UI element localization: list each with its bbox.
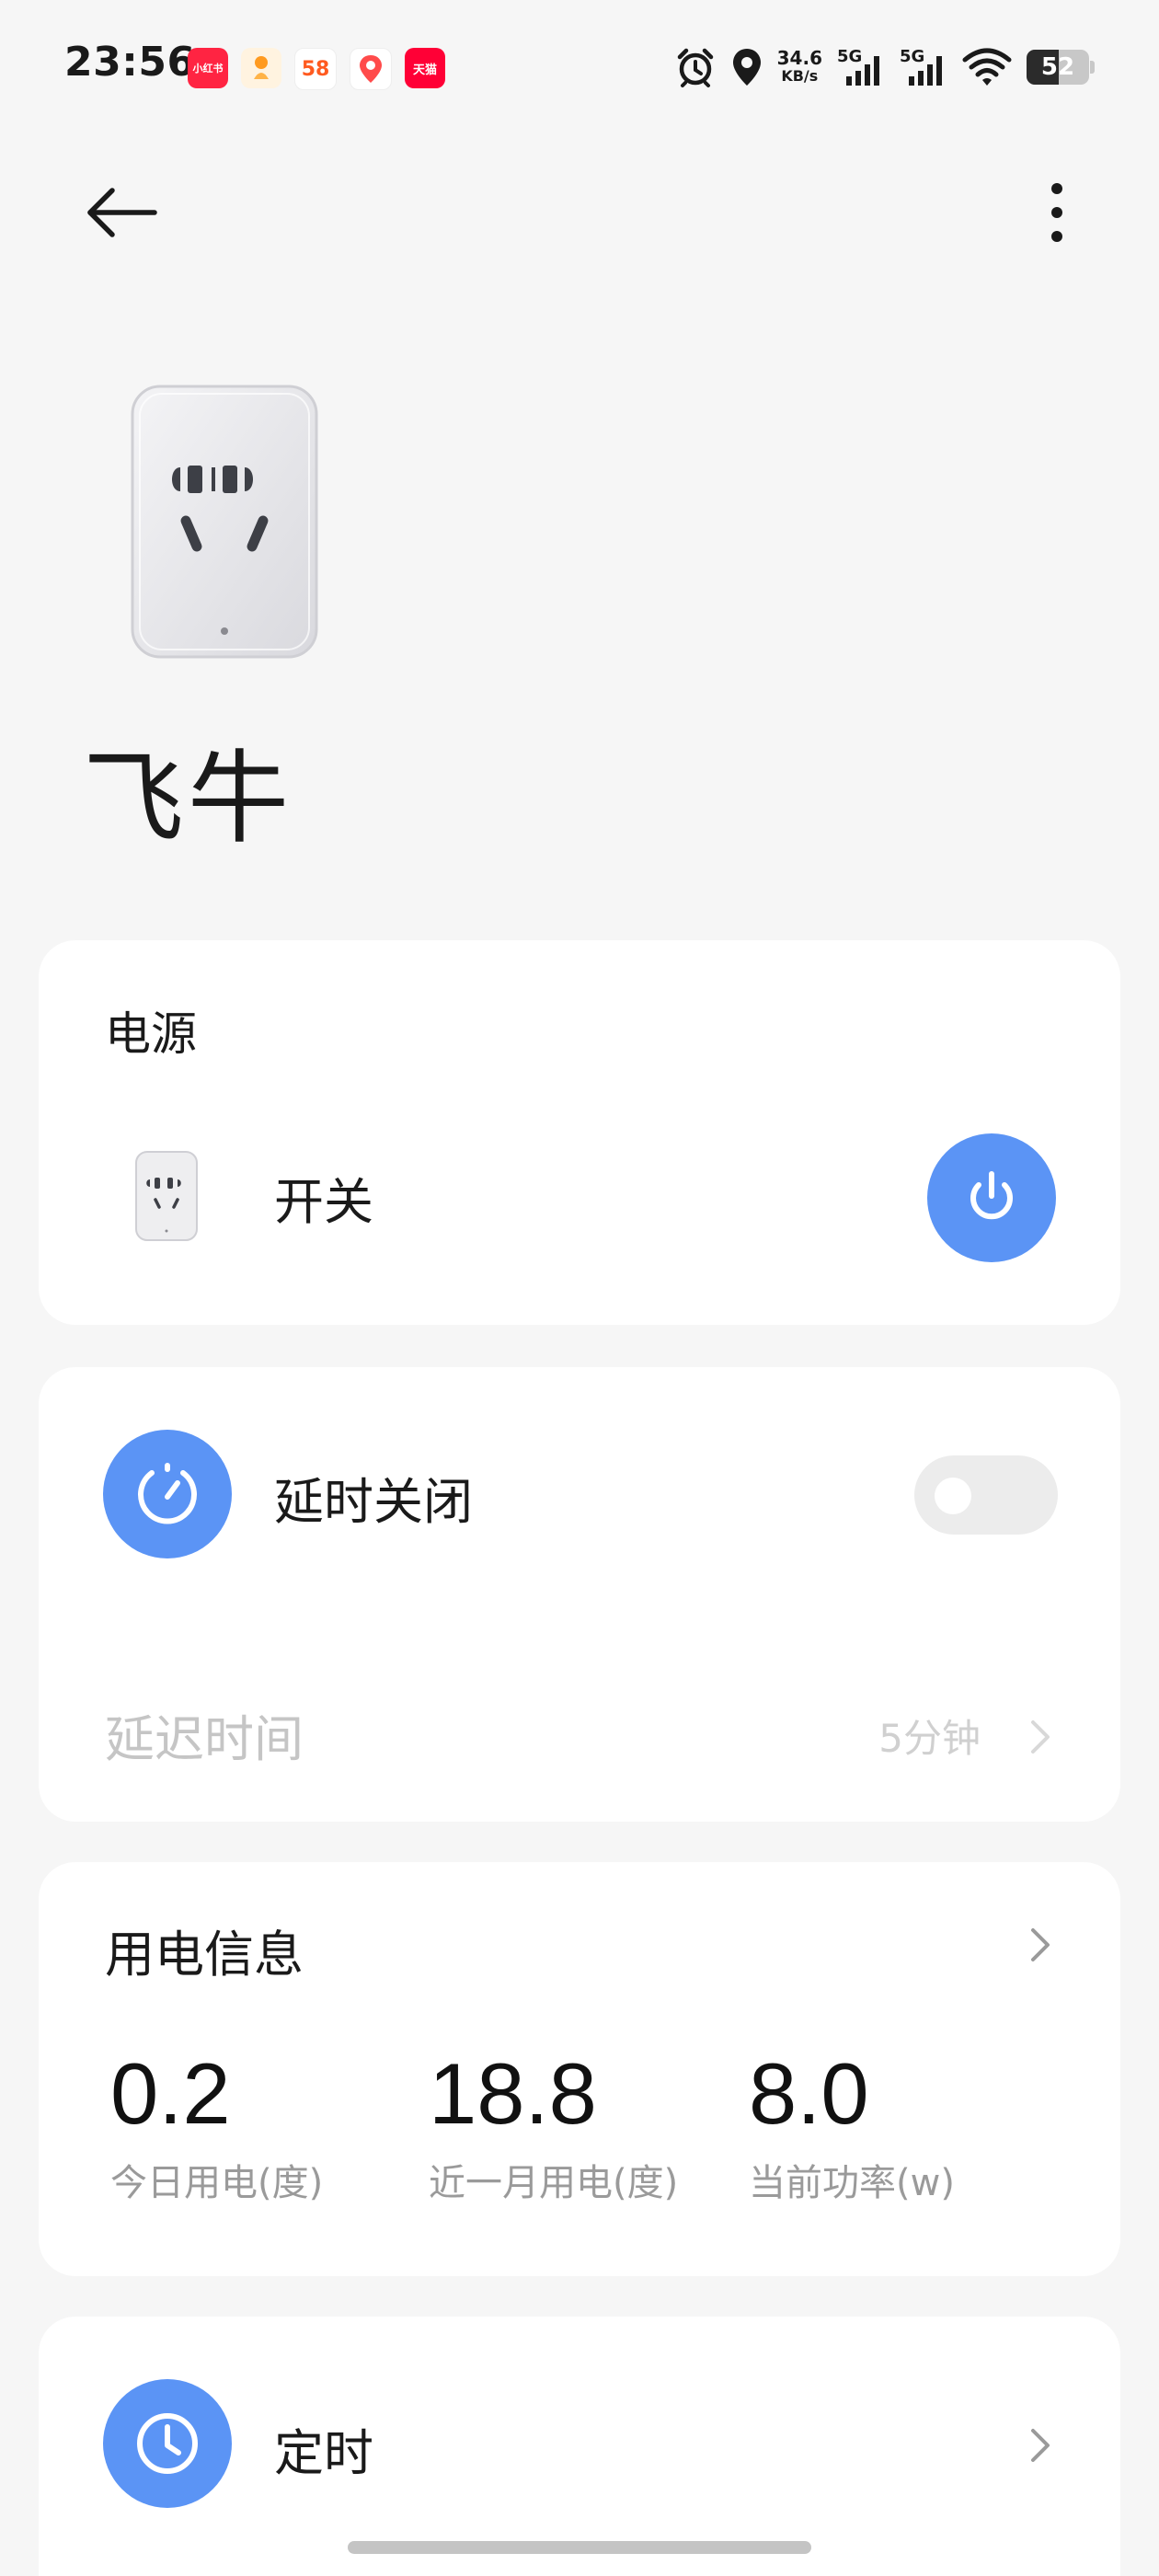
plug-thumbnail — [134, 1150, 199, 1242]
delay-off-toggle[interactable] — [914, 1455, 1058, 1535]
timer-label: 定时 — [274, 2424, 373, 2482]
stopwatch-icon — [138, 1463, 197, 1524]
orange-app-icon — [241, 48, 281, 88]
cell-signal-icon — [909, 56, 942, 86]
timer-dial-icon-wrap — [103, 1430, 232, 1558]
status-right-icons: 34.6 KB/s 5G 5G 52 — [674, 46, 1095, 88]
chevron-right-icon — [1031, 2429, 1050, 2462]
stat-value: 18.8 — [429, 2045, 597, 2142]
home-indicator[interactable] — [348, 2541, 811, 2554]
smart-plug-image — [129, 383, 320, 661]
xiaohongshu-app-icon: 小红书 — [188, 48, 228, 88]
stat-label: 当前功率(w) — [749, 2162, 955, 2204]
stat-label: 今日用电(度) — [110, 2162, 324, 2204]
clock-icon-wrap — [103, 2379, 232, 2508]
tmall-app-icon: 天猫 — [405, 48, 445, 88]
stat-current-power: 8.0 当前功率(w) — [749, 2046, 955, 2206]
stat-value: 8.0 — [749, 2045, 869, 2142]
battery-indicator: 52 — [1027, 50, 1095, 85]
delay-off-label: 延时关闭 — [274, 1473, 473, 1531]
location-icon — [732, 49, 761, 86]
power-card: 电源 开关 — [39, 940, 1120, 1325]
stat-month-usage: 18.8 近一月用电(度) — [429, 2046, 678, 2206]
energy-info-title: 用电信息 — [105, 1926, 304, 1984]
notification-app-icons: 小红书 58 天猫 — [188, 48, 445, 90]
delay-time-label: 延迟时间 — [105, 1710, 304, 1768]
delay-time-row[interactable]: 延迟时间 5分钟 — [39, 1680, 1120, 1790]
toggle-knob — [935, 1478, 971, 1514]
map-app-icon — [350, 48, 392, 90]
cell-signal-icon — [846, 56, 879, 86]
network-speed: 34.6 KB/s — [776, 47, 822, 85]
status-bar: 23:56 小红书 58 天猫 34.6 KB/s 5G 5G 52 — [0, 0, 1159, 138]
alarm-icon — [677, 48, 713, 87]
power-icon — [970, 1171, 1013, 1220]
stat-label: 近一月用电(度) — [429, 2162, 679, 2204]
more-options-button[interactable] — [1043, 180, 1071, 245]
58-app-icon: 58 — [294, 48, 337, 90]
delay-off-card: 延时关闭 延迟时间 5分钟 — [39, 1367, 1120, 1822]
stat-value: 0.2 — [110, 2045, 231, 2142]
more-vertical-icon — [1051, 183, 1062, 242]
signal-5g-1: 5G — [837, 47, 885, 87]
stat-today-usage: 0.2 今日用电(度) — [110, 2046, 323, 2206]
clock-icon — [137, 2413, 198, 2474]
power-card-title: 电源 — [105, 1007, 197, 1061]
back-button[interactable] — [83, 180, 171, 245]
energy-info-card[interactable]: 用电信息 0.2 今日用电(度) 18.8 近一月用电(度) 8.0 当前功率(… — [39, 1862, 1120, 2276]
wifi-icon — [962, 48, 1012, 86]
signal-5g-2: 5G — [900, 47, 947, 87]
status-time: 23:56 — [64, 39, 196, 86]
chevron-right-icon — [1031, 1720, 1050, 1754]
chevron-right-icon — [1031, 1928, 1050, 1961]
switch-label: 开关 — [274, 1173, 373, 1231]
delay-time-value: 5分钟 — [878, 1716, 981, 1761]
arrow-left-icon — [87, 188, 157, 237]
device-name: 飞牛 — [83, 740, 293, 857]
timer-card[interactable]: 定时 — [39, 2317, 1120, 2576]
power-toggle-button[interactable] — [927, 1133, 1056, 1262]
